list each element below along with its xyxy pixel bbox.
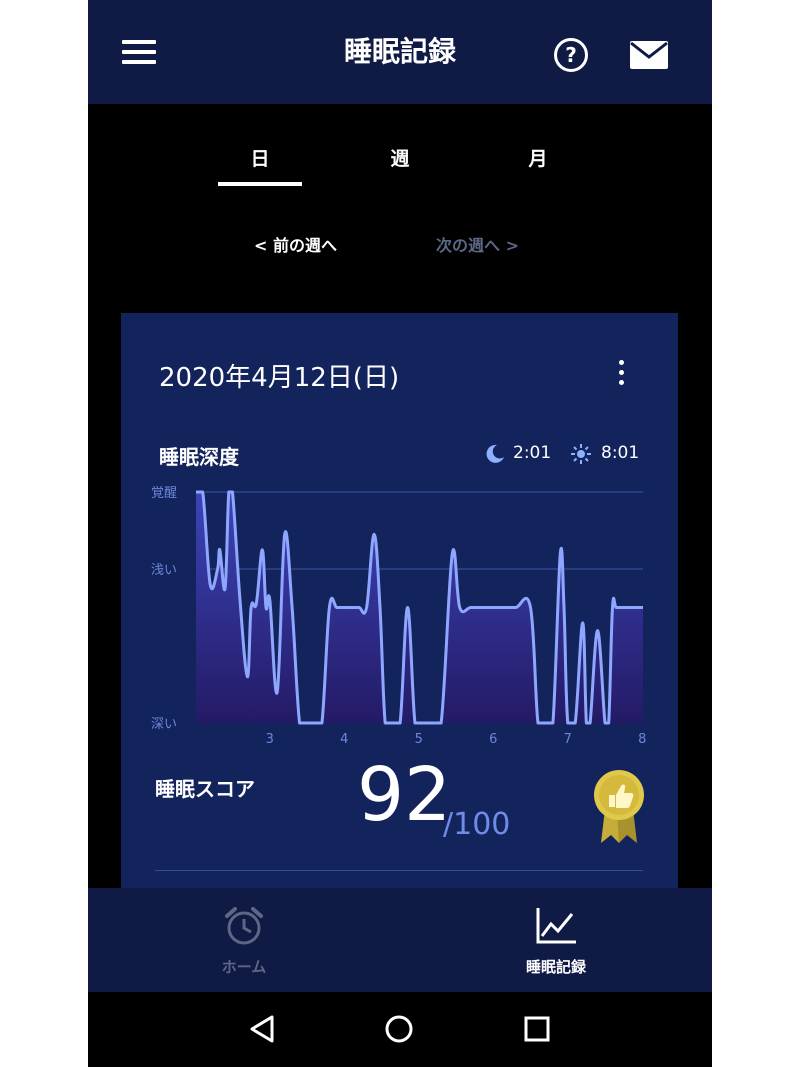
prev-week-link[interactable]: < 前の週へ <box>254 232 337 256</box>
active-tab-indicator <box>218 182 302 186</box>
sleep-record-card: 2020年4月12日(日) 睡眠深度 2:01 8:01 深い 浅い 覚醒 3 4 5 6 7… <box>121 313 678 913</box>
moon-icon <box>486 444 504 463</box>
nav-sleep-record-label: 睡眠記録 <box>525 958 586 976</box>
chart-x-tick-label: 7 <box>564 732 572 747</box>
app-bar: 睡眠記録 ? <box>88 0 712 104</box>
page-title: 睡眠記録 <box>343 35 456 68</box>
wake-time-value: 8:01 <box>601 443 640 463</box>
sleep-depth-title: 睡眠深度 <box>159 445 239 469</box>
chart-y-label: 浅い <box>151 563 177 578</box>
tab-day[interactable]: 日 <box>210 144 310 171</box>
chart-x-tick-label: 6 <box>489 732 497 747</box>
thumbs-up-medal-icon <box>594 770 644 843</box>
sleep-score-label: 睡眠スコア <box>155 777 255 801</box>
chart-x-tick-label: 4 <box>340 732 348 747</box>
nav-home-label: ホーム <box>221 958 267 976</box>
home-circle-icon[interactable] <box>384 1014 414 1044</box>
mail-icon[interactable] <box>630 41 668 69</box>
next-week-link[interactable]: 次の週へ > <box>436 232 519 256</box>
record-date: 2020年4月12日(日) <box>159 363 400 393</box>
chart-y-label: 深い <box>151 717 177 732</box>
phone-screen: 睡眠記録 ? 日 週 月 < 前の週へ 次の週へ > 2020年4月12日(日)… <box>88 0 712 1067</box>
system-navigation-bar <box>88 992 712 1067</box>
bottom-navigation: ホーム 睡眠記録 <box>88 888 712 992</box>
sleep-depth-chart: 深い 浅い 覚醒 3 4 5 6 7 8 <box>151 486 646 747</box>
alarm-clock-icon <box>225 907 263 945</box>
chart-y-label: 覚醒 <box>151 486 177 501</box>
sleep-depth-area <box>196 492 643 723</box>
back-triangle-icon[interactable] <box>248 1014 276 1044</box>
sleep-score-value: 92 <box>357 752 452 838</box>
chart-x-tick-label: 8 <box>638 732 646 747</box>
chart-x-tick-label: 5 <box>415 732 423 747</box>
nav-sleep-record[interactable]: 睡眠記録 <box>496 906 616 977</box>
recents-square-icon[interactable] <box>524 1016 550 1042</box>
bedtime-value: 2:01 <box>513 443 552 463</box>
period-tabs: 日 週 月 <box>88 104 712 200</box>
line-chart-icon <box>536 908 576 944</box>
card-divider <box>155 870 643 871</box>
chart-x-tick-label: 3 <box>266 732 274 747</box>
sleep-score-max: /100 <box>443 807 511 842</box>
sun-icon <box>571 444 591 464</box>
tab-week[interactable]: 週 <box>350 144 450 171</box>
more-options-icon[interactable] <box>619 360 625 390</box>
help-icon[interactable]: ? <box>554 38 588 72</box>
nav-home[interactable]: ホーム <box>184 906 304 977</box>
tab-month[interactable]: 月 <box>488 144 588 171</box>
